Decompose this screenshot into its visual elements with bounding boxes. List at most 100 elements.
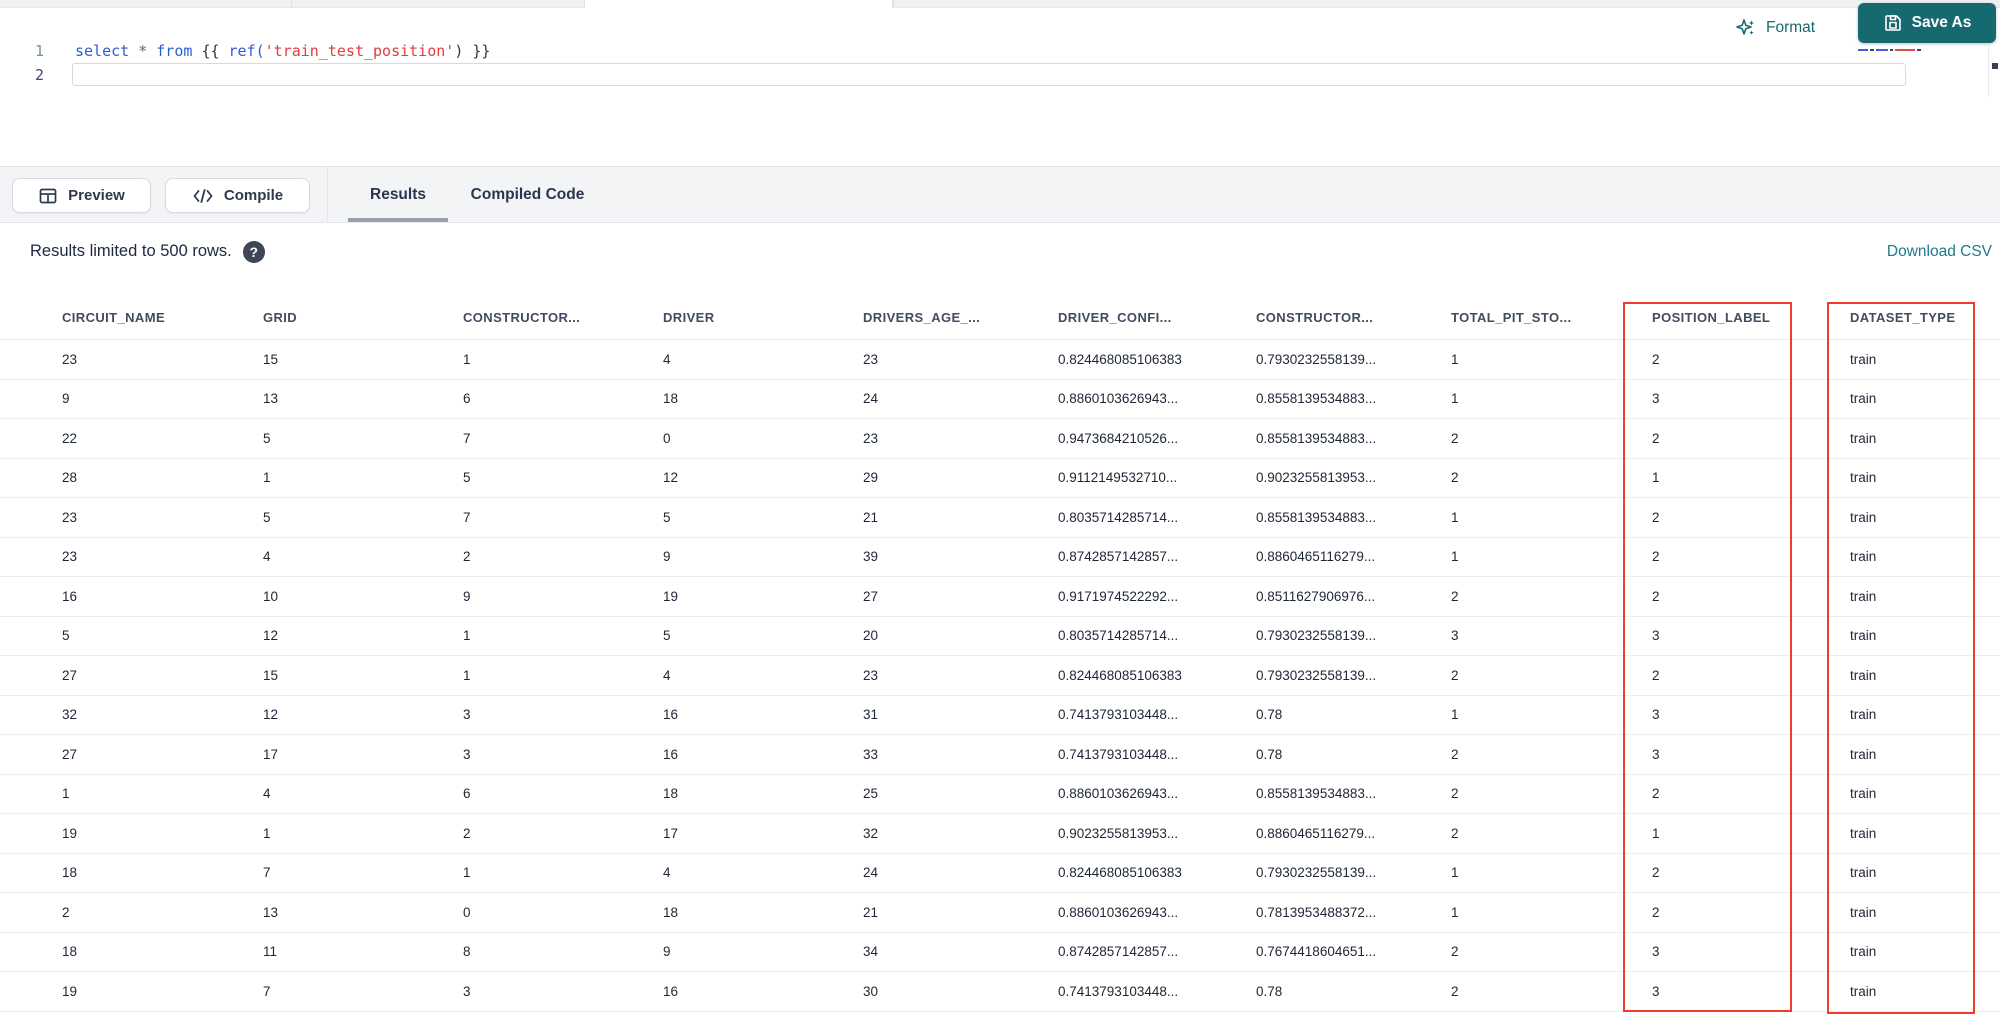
compile-button[interactable]: Compile [165,178,310,213]
table-cell: 2 [463,825,471,841]
table-cell: 0.824468085106383 [1058,351,1182,367]
table-cell: 2 [1451,588,1459,604]
table-cell: train [1850,391,1877,407]
table-cell: 27 [863,588,879,604]
table-cell: 9 [62,391,70,407]
file-tab-strip[interactable] [0,0,2000,8]
table-row: 5 12 1 5 20 0.8035714285714... 0.7930232558139… [0,617,2000,656]
table-cell: 0.8860103626943... [1058,786,1179,802]
table-cell: train [1850,904,1877,920]
table-row: 32 12 3 16 31 0.7413793103448... 0.78 1 3 train [0,696,2000,735]
table-cell: 19 [62,983,78,999]
table-cell: 3 [1652,746,1660,762]
table-cell: 17 [663,825,679,841]
table-cell: 1 [1451,707,1459,723]
scrollbar-handle[interactable] [1992,63,1998,69]
table-cell: 13 [263,904,279,920]
results-table-body: 23 15 1 4 23 0.824468085106383 0.7930232558139… [0,340,2000,1012]
table-cell: 18 [663,786,679,802]
code-token: {{ [201,42,220,60]
table-row: 1 4 6 18 25 0.8860103626943... 0.8558139534883… [0,775,2000,814]
table-row: 19 7 3 16 30 0.7413793103448... 0.78 2 3 train [0,972,2000,1012]
table-cell: 0.8558139534883... [1256,391,1377,407]
table-cell: 2 [1652,904,1660,920]
table-cell: 20 [863,628,879,644]
table-cell: 18 [663,904,679,920]
table-cell: train [1850,865,1877,881]
table-cell: 9 [463,588,471,604]
tab-results-label: Results [370,185,426,203]
table-cell: 16 [663,983,679,999]
table-cell: train [1850,707,1877,723]
table-cell: 0 [663,430,671,446]
column-header-driver-confi: DRIVER_CONFI... [1058,310,1172,325]
table-cell: 12 [263,707,279,723]
tab-compiled-code[interactable]: Compiled Code [455,167,600,222]
table-row: 9 13 6 18 24 0.8860103626943... 0.855813953488… [0,380,2000,419]
table-cell: 21 [863,904,879,920]
active-file-tab[interactable] [584,0,893,8]
table-cell: 18 [62,865,78,881]
sql-editor[interactable]: 1 2 select * from {{ ref('train_test_pos… [0,9,2000,166]
table-cell: 0.8511627906976... [1256,588,1376,604]
table-cell: 2 [1652,588,1660,604]
download-csv-link[interactable]: Download CSV [1887,223,1992,280]
table-cell: 5 [263,430,271,446]
table-cell: 31 [863,707,879,723]
table-cell: 1 [263,470,271,486]
table-cell: 0 [463,904,471,920]
table-cell: 2 [62,904,70,920]
code-token: ( [255,42,265,60]
table-cell: 1 [1451,391,1459,407]
editor-minimap[interactable] [1858,49,1921,51]
active-line-highlight[interactable] [72,63,1906,86]
code-token: ) [454,42,464,60]
table-cell: train [1850,549,1877,565]
table-cell: 33 [863,746,879,762]
table-cell: 0.9023255813953... [1256,470,1377,486]
table-cell: 2 [1451,470,1459,486]
format-button[interactable]: Format [1735,12,1815,44]
table-cell: 3 [1451,628,1459,644]
code-line-1[interactable]: select * from {{ ref('train_test_positio… [75,40,490,62]
table-cell: 16 [62,588,78,604]
table-cell: train [1850,983,1877,999]
table-cell: train [1850,786,1877,802]
table-cell: 0.78 [1256,983,1283,999]
results-info-bar: Results limited to 500 rows. ? Download … [0,223,2000,280]
table-cell: 6 [463,391,471,407]
table-cell: 1 [1451,904,1459,920]
column-header-grid: GRID [263,310,298,325]
table-cell: 6 [463,786,471,802]
minimap-mark [1890,49,1893,51]
table-cell: 0.824468085106383 [1058,667,1182,683]
table-cell: 0.7930232558139... [1256,628,1377,644]
table-cell: 27 [62,746,78,762]
table-cell: 0.7413793103448... [1058,983,1179,999]
table-cell: 0.8558139534883... [1256,786,1377,802]
table-cell: 3 [1652,707,1660,723]
table-cell: 25 [863,786,879,802]
tab-results[interactable]: Results [348,167,448,222]
table-cell: train [1850,470,1877,486]
table-cell: 1 [1451,865,1459,881]
table-cell: 0.9473684210526... [1058,430,1179,446]
table-cell: 9 [663,549,671,565]
table-row: 19 1 2 17 32 0.9023255813953... 0.886046511627… [0,814,2000,854]
preview-button[interactable]: Preview [12,178,151,213]
table-cell: train [1850,351,1877,367]
minimap-mark [1917,49,1921,51]
save-as-button[interactable]: Save As [1858,3,1996,43]
table-cell: train [1850,944,1877,960]
minimap-mark [1858,49,1868,51]
table-cell: 1 [463,628,471,644]
help-icon[interactable]: ? [242,240,265,263]
row-limit-notice: Results limited to 500 rows. ? [30,223,265,280]
table-cell: 0.78 [1256,707,1283,723]
table-cell: 11 [263,944,278,960]
column-header-constructor: CONSTRUCTOR... [1256,310,1374,325]
table-cell: 0.8860103626943... [1058,904,1179,920]
preview-button-label: Preview [68,187,125,204]
scrollbar-track [1988,45,1989,97]
